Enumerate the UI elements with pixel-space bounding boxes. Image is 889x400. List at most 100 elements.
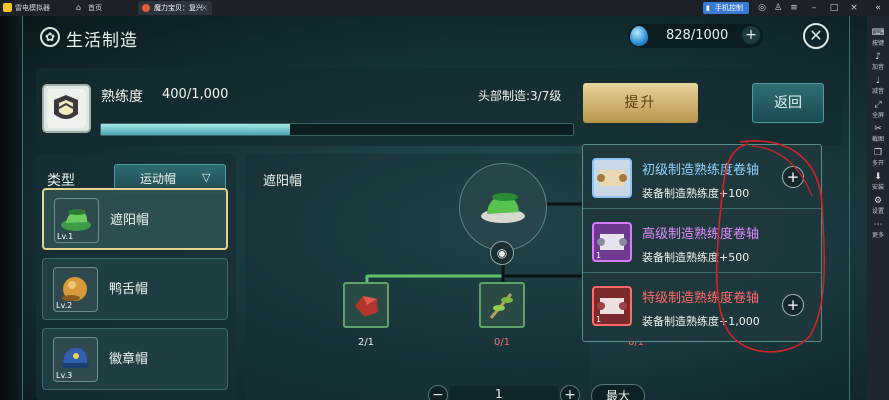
sidebar-item-volume-up[interactable]: ♪ 加音: [867, 52, 889, 71]
material-slot-2[interactable]: [479, 282, 525, 328]
sunhat-icon: [481, 193, 525, 223]
sidebar-item-more[interactable]: ⋯ 更多: [867, 220, 889, 239]
settings-icon: ⚙: [873, 196, 883, 206]
scissors-icon: ✂: [874, 124, 882, 134]
cap-icon: Lv.2: [53, 267, 98, 312]
proficiency-label: 熟练度: [101, 89, 143, 105]
quantity-field[interactable]: [450, 386, 558, 400]
multi-instance-icon: ❐: [873, 148, 883, 158]
fullscreen-icon: ⤢: [874, 100, 882, 110]
return-button[interactable]: 返回: [752, 83, 824, 123]
sidebar-item-label: 加音: [871, 64, 884, 71]
scroll-icon: [592, 158, 632, 198]
emulator-sidebar: ⌨ 按键 ♪ 加音 ♩ 减音 ⤢ 全屏 ✂ 截图 ❐ 多开 ⬇ 安装 ⚙ 设置 ⋯ 更多: [867, 16, 889, 400]
chevron-down-icon: ▽: [202, 171, 211, 184]
list-item-cap[interactable]: Lv.2 鸭舌帽: [42, 258, 228, 320]
tab-home[interactable]: ⌂ 首页: [72, 1, 132, 15]
sidebar-item-label: 按键: [871, 40, 884, 47]
remote-control-button[interactable]: ▮ 手机控制: [703, 2, 749, 14]
energy-drop-icon: [630, 26, 648, 46]
upgrade-button[interactable]: 提升: [583, 83, 698, 123]
sidebar-item-volume-down[interactable]: ♩ 减音: [867, 76, 889, 95]
scroll-quantity: 1: [596, 251, 602, 260]
minimize-icon[interactable]: –: [807, 2, 821, 14]
sidebar-item-label: 全屏: [871, 112, 884, 119]
type-label: 类型: [47, 173, 75, 189]
badge-hat-icon: Lv.3: [53, 337, 98, 382]
material-slot-1[interactable]: [343, 282, 389, 328]
gamepad-icon[interactable]: ◎: [755, 2, 769, 14]
material-count-text: 0/1: [493, 337, 511, 348]
keyboard-icon: ⌨: [871, 28, 885, 38]
sidebar-item-screenshot[interactable]: ✂ 截图: [867, 124, 889, 143]
home-icon: ⌂: [76, 3, 82, 12]
emulator-app-name: 雷电模拟器: [15, 4, 50, 12]
sidebar-collapse-icon[interactable]: «: [871, 2, 885, 14]
close-button[interactable]: ✕: [803, 23, 829, 49]
game-left-edge: [0, 16, 22, 400]
user-icon[interactable]: ♙: [771, 2, 785, 14]
add-currency-button[interactable]: +: [742, 26, 760, 44]
sidebar-item-label: 设置: [871, 208, 884, 215]
material-count-2: 0/1: [479, 337, 525, 348]
emulator-titlebar: 雷电模拟器 ⌂ 首页 魔力宝贝：复兴 × ▮ 手机控制 ◎ ♙ ≡ – □ × …: [0, 0, 889, 16]
tab-game[interactable]: 魔力宝贝：复兴 ×: [138, 1, 212, 15]
proficiency-badge: [42, 84, 91, 133]
close-window-icon[interactable]: ×: [847, 2, 861, 14]
item-level: Lv.3: [56, 371, 73, 380]
close-tab-icon[interactable]: ×: [201, 1, 208, 15]
material-count-text: 2/1: [357, 337, 375, 348]
list-item-badge-hat[interactable]: Lv.3 徽章帽: [42, 328, 228, 390]
scroll-icon: 1: [592, 222, 632, 262]
sidebar-item-keyboard[interactable]: ⌨ 按键: [867, 28, 889, 47]
scroll-icon: 1: [592, 286, 632, 326]
head-craft-level: 头部制造:3/7级: [478, 89, 562, 103]
phone-icon: ▮: [706, 4, 710, 12]
item-level: Lv.2: [56, 301, 73, 310]
quantity-increase-button[interactable]: +: [560, 385, 580, 400]
page-title: 生活制造: [66, 31, 138, 51]
sidebar-item-label: 截图: [871, 136, 884, 143]
item-name: 遮阳帽: [110, 213, 150, 228]
recipe-result-node[interactable]: [459, 163, 547, 251]
sidebar-item-settings[interactable]: ⚙ 设置: [867, 196, 889, 215]
sidebar-item-fullscreen[interactable]: ⤢ 全屏: [867, 100, 889, 119]
preview-eye-icon[interactable]: ◉: [490, 241, 514, 265]
sunhat-icon: Lv.1: [54, 198, 99, 243]
tab-game-label: 魔力宝贝：复兴: [154, 4, 203, 12]
quantity-decrease-button[interactable]: −: [428, 385, 448, 400]
game-screen: ✿ 生活制造 828/1000 + ✕ 熟练度 400/1,000 头部制造:3…: [0, 16, 867, 400]
game-tab-icon: [142, 4, 150, 12]
emulator-logo-icon: [3, 3, 12, 12]
craft-emblem-icon: ✿: [40, 27, 60, 47]
more-icon: ⋯: [873, 220, 883, 230]
red-annotation-circle: [715, 140, 826, 353]
sidebar-item-multi[interactable]: ❐ 多开: [867, 148, 889, 167]
max-quantity-button[interactable]: 最大: [591, 384, 645, 400]
material-count-1: 2/1: [343, 337, 389, 348]
item-level: Lv.1: [57, 232, 74, 241]
recipe-title: 遮阳帽: [263, 174, 303, 189]
sidebar-item-label: 减音: [871, 88, 884, 95]
volume-down-icon: ♩: [875, 76, 881, 86]
item-name: 鸭舌帽: [109, 282, 149, 297]
remote-control-label: 手机控制: [715, 4, 743, 12]
recipe-tree-lines: [365, 202, 590, 296]
maximize-icon[interactable]: □: [827, 2, 841, 14]
proficiency-value: 400/1,000: [162, 87, 229, 102]
sidebar-item-label: 更多: [871, 232, 884, 239]
list-item-sunhat[interactable]: Lv.1 遮阳帽: [42, 188, 228, 250]
volume-up-icon: ♪: [875, 52, 881, 62]
scroll-quantity: 1: [596, 315, 602, 324]
menu-icon[interactable]: ≡: [787, 2, 801, 14]
ore-icon: [355, 296, 378, 317]
sidebar-item-label: 安装: [871, 184, 884, 191]
item-name: 徽章帽: [109, 352, 149, 367]
herb-icon: [489, 293, 513, 319]
currency-value: 828/1000: [666, 28, 729, 43]
sidebar-item-install[interactable]: ⬇ 安装: [867, 172, 889, 191]
tab-home-label: 首页: [88, 4, 102, 12]
proficiency-bar-fill: [101, 124, 290, 135]
install-icon: ⬇: [874, 172, 882, 182]
helmet-badge-icon: [47, 89, 86, 128]
